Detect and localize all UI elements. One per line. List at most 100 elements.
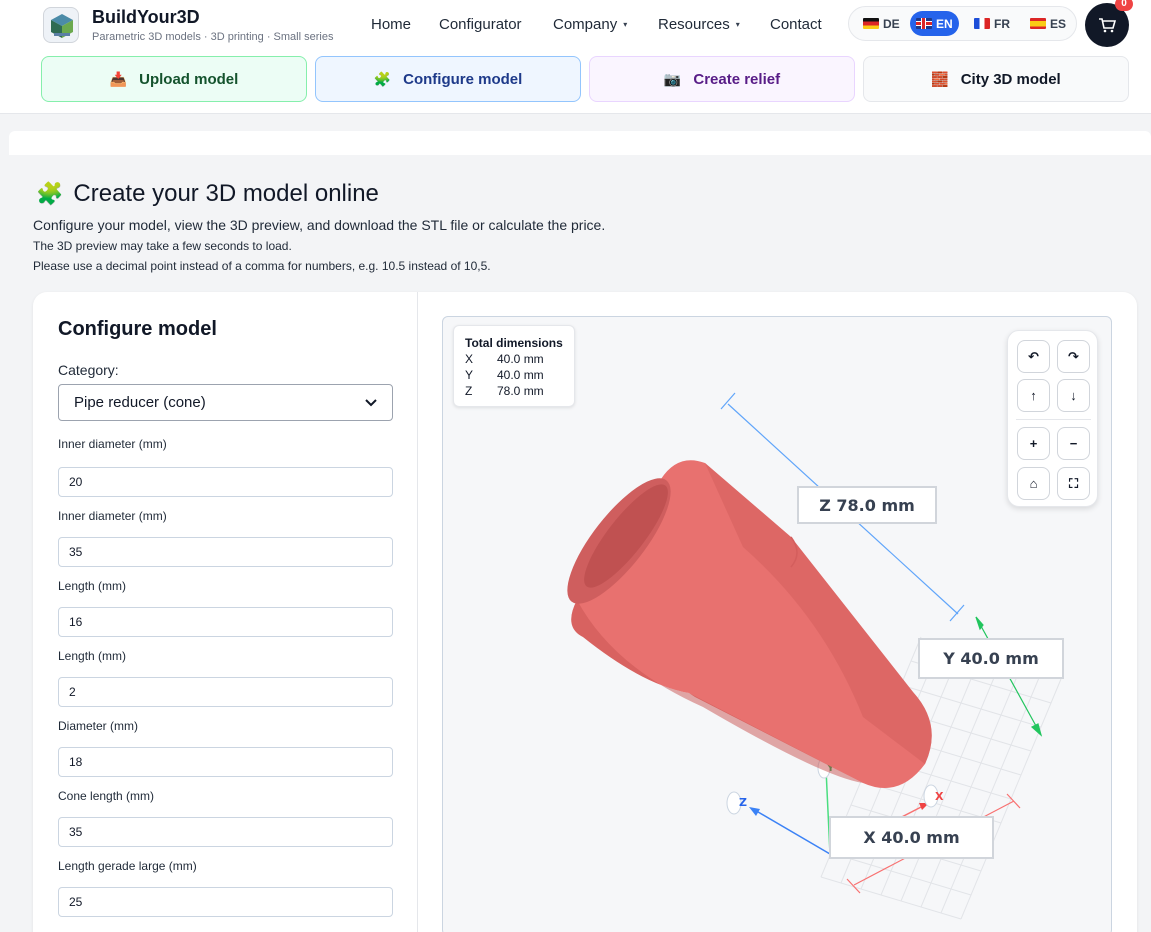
y-dimension-label: Y 40.0 mm bbox=[918, 638, 1064, 679]
upload-model-label: Upload model bbox=[139, 70, 239, 88]
field-value: 16 bbox=[69, 615, 83, 629]
length-straight-large-input[interactable]: 25 bbox=[58, 887, 393, 917]
tilt-down-button[interactable]: ↓ bbox=[1057, 379, 1090, 412]
page-intro: Configure your model, view the 3D previe… bbox=[33, 217, 606, 233]
field-label: Cone length (mm) bbox=[58, 789, 155, 803]
nav-contact[interactable]: Contact bbox=[770, 16, 822, 33]
city-3d-model-button[interactable]: 🧱 City 3D model bbox=[863, 56, 1129, 102]
top-strip bbox=[9, 131, 1151, 155]
nav-configurator-label: Configurator bbox=[439, 16, 522, 33]
arrow-down-icon: ↓ bbox=[1070, 388, 1077, 403]
nav-company-label: Company bbox=[553, 16, 618, 33]
flag-fr-icon bbox=[974, 18, 990, 29]
field-label: Length gerade large (mm) bbox=[58, 859, 197, 873]
flag-en-icon bbox=[916, 18, 932, 29]
fullscreen-icon: ⛶ bbox=[1068, 475, 1079, 491]
field-label: Length (mm) bbox=[58, 649, 127, 663]
field-value: 35 bbox=[69, 545, 83, 559]
home-icon: ⌂ bbox=[1029, 476, 1038, 491]
axis-name: X bbox=[465, 352, 474, 366]
dimension-row-z: Z 78.0 mm bbox=[465, 383, 563, 399]
city-3d-model-label: City 3D model bbox=[960, 70, 1061, 88]
dimension-row-y: Y 40.0 mm bbox=[465, 367, 563, 383]
nav-home[interactable]: Home bbox=[371, 16, 411, 33]
camera-icon: 📷 bbox=[663, 70, 682, 87]
nav-resources[interactable]: Resources ▾ bbox=[658, 16, 740, 33]
configure-model-label: Configure model bbox=[403, 70, 523, 88]
lang-fr[interactable]: FR bbox=[968, 11, 1016, 36]
form-title: Configure model bbox=[58, 318, 217, 340]
diameter-input[interactable]: 18 bbox=[58, 747, 393, 777]
controls-divider bbox=[1016, 419, 1091, 420]
language-switcher: DE EN FR ES bbox=[848, 6, 1077, 41]
view-controls-panel: ↶ ↷ ↑ ↓ + − ⌂ ⛶ bbox=[1007, 330, 1098, 507]
brand-name[interactable]: BuildYour3D bbox=[92, 7, 200, 28]
lang-en[interactable]: EN bbox=[910, 11, 959, 36]
rotate-right-icon: ↷ bbox=[1068, 348, 1079, 364]
field-label: Inner diameter (mm) bbox=[58, 437, 167, 451]
dimension-row-x: X 40.0 mm bbox=[465, 351, 563, 367]
x-dimension-label: X 40.0 mm bbox=[829, 816, 994, 859]
cart-count-badge: 0 bbox=[1115, 0, 1133, 11]
inner-diameter-2-input[interactable]: 35 bbox=[58, 537, 393, 567]
axis-value: 40.0 mm bbox=[497, 352, 544, 366]
field-value: 20 bbox=[69, 475, 83, 489]
nav-configurator[interactable]: Configurator bbox=[439, 16, 522, 33]
home-view-button[interactable]: ⌂ bbox=[1017, 467, 1050, 500]
axis-x-letter: X bbox=[935, 790, 944, 803]
chevron-down-icon: ▾ bbox=[735, 20, 740, 29]
page-title: 🧩 Create your 3D model online bbox=[36, 180, 379, 208]
create-relief-label: Create relief bbox=[693, 70, 781, 88]
field-label: Inner diameter (mm) bbox=[58, 509, 167, 523]
field-label: Diameter (mm) bbox=[58, 719, 138, 733]
field-label: Length (mm) bbox=[58, 579, 127, 593]
configure-model-button[interactable]: 🧩 Configure model bbox=[315, 56, 581, 102]
rotate-right-button[interactable]: ↷ bbox=[1057, 340, 1090, 373]
category-select[interactable]: Pipe reducer (cone) bbox=[58, 384, 393, 421]
lang-es-label: ES bbox=[1050, 16, 1067, 31]
total-dimensions-panel: Total dimensions X 40.0 mm Y 40.0 mm Z 78.0… bbox=[453, 325, 575, 407]
puzzle-icon: 🧩 bbox=[36, 181, 64, 206]
nav-contact-label: Contact bbox=[770, 16, 822, 33]
brick-wall-icon: 🧱 bbox=[931, 70, 949, 87]
z-dimension-label: Z 78.0 mm bbox=[797, 486, 937, 524]
chevron-down-icon: ▾ bbox=[623, 20, 628, 29]
category-label: Category: bbox=[58, 362, 119, 378]
tilt-up-button[interactable]: ↑ bbox=[1017, 379, 1050, 412]
brand-logo[interactable] bbox=[43, 7, 79, 43]
total-dimensions-title: Total dimensions bbox=[465, 336, 563, 350]
3d-preview-viewport[interactable]: Z Y X Total dimensions X 40.0 mm Y 40.0 mm… bbox=[442, 316, 1112, 932]
lang-de[interactable]: DE bbox=[857, 11, 906, 36]
chevron-down-icon bbox=[365, 398, 377, 406]
axis-name: Z bbox=[465, 384, 473, 398]
upload-model-button[interactable]: 📥 Upload model bbox=[41, 56, 307, 102]
inner-diameter-1-input[interactable]: 20 bbox=[58, 467, 393, 497]
fullscreen-button[interactable]: ⛶ bbox=[1057, 467, 1090, 500]
field-value: 25 bbox=[69, 895, 83, 909]
rotate-left-button[interactable]: ↶ bbox=[1017, 340, 1050, 373]
nav-company[interactable]: Company ▾ bbox=[553, 16, 627, 33]
upload-box-icon: 📥 bbox=[109, 70, 128, 87]
zoom-in-button[interactable]: + bbox=[1017, 427, 1050, 460]
zoom-out-button[interactable]: − bbox=[1057, 427, 1090, 460]
length-2-input[interactable]: 2 bbox=[58, 677, 393, 707]
length-1-input[interactable]: 16 bbox=[58, 607, 393, 637]
category-select-value: Pipe reducer (cone) bbox=[74, 394, 206, 411]
create-relief-button[interactable]: 📷 Create relief bbox=[589, 56, 855, 102]
field-value: 35 bbox=[69, 825, 83, 839]
flag-de-icon bbox=[863, 18, 879, 29]
field-value: 18 bbox=[69, 755, 83, 769]
cone-length-input[interactable]: 35 bbox=[58, 817, 393, 847]
nav-resources-label: Resources bbox=[658, 16, 730, 33]
rotate-left-icon: ↶ bbox=[1028, 348, 1039, 364]
lang-es[interactable]: ES bbox=[1024, 11, 1072, 36]
axis-z-letter: Z bbox=[739, 796, 747, 809]
flag-es-icon bbox=[1030, 18, 1046, 29]
preview-load-note: The 3D preview may take a few seconds to… bbox=[33, 239, 292, 253]
lang-fr-label: FR bbox=[994, 16, 1010, 31]
card-divider bbox=[417, 292, 418, 932]
cart-icon bbox=[1099, 18, 1116, 33]
decimal-point-note: Please use a decimal point instead of a … bbox=[33, 259, 491, 273]
field-value: 2 bbox=[69, 685, 76, 699]
axis-value: 40.0 mm bbox=[497, 368, 544, 382]
